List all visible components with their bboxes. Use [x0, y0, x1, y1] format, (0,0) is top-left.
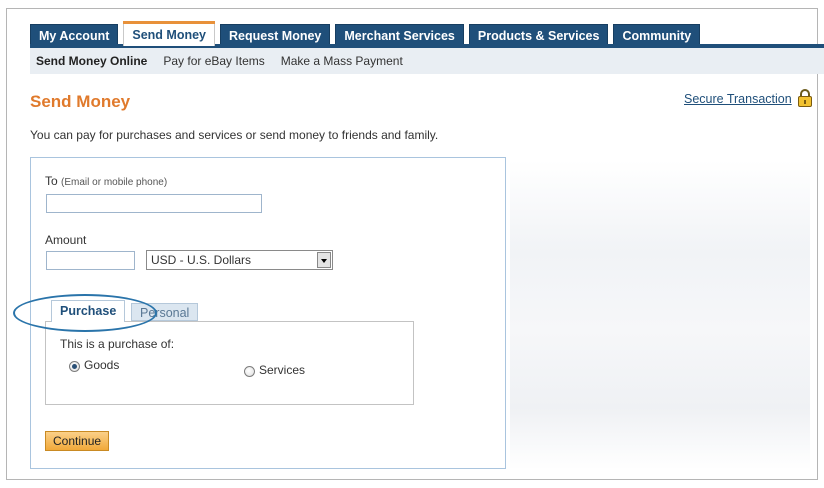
purchase-panel: This is a purchase of: Goods Services — [45, 321, 414, 405]
tab-send-money[interactable]: Send Money — [123, 21, 215, 46]
secure-transaction-link[interactable]: Secure Transaction — [684, 92, 792, 106]
to-input[interactable] — [46, 194, 262, 213]
to-hint: (Email or mobile phone) — [61, 177, 168, 188]
main-nav-tabs: My Account Send Money Request Money Merc… — [30, 21, 705, 47]
tab-personal[interactable]: Personal — [131, 303, 199, 321]
services-label[interactable]: Services — [259, 363, 305, 377]
goods-radio[interactable] — [69, 361, 80, 372]
subnav-send-money-online[interactable]: Send Money Online — [36, 54, 147, 68]
services-radio[interactable] — [244, 366, 255, 377]
purchase-prompt: This is a purchase of: — [60, 337, 175, 351]
lock-icon — [798, 89, 812, 107]
send-money-form: To (Email or mobile phone) Amount USD - … — [30, 157, 506, 469]
amount-label: Amount — [45, 233, 87, 247]
continue-button[interactable]: Continue — [45, 431, 110, 451]
tab-purchase[interactable]: Purchase — [51, 300, 126, 322]
dropdown-arrow-icon[interactable] — [317, 252, 331, 268]
intro-text: You can pay for purchases and services o… — [30, 128, 439, 142]
to-label: To (Email or mobile phone) — [45, 174, 168, 188]
background-gradient — [510, 160, 810, 470]
subnav-pay-ebay-items[interactable]: Pay for eBay Items — [163, 54, 264, 68]
currency-selected-value: USD - U.S. Dollars — [151, 253, 252, 267]
subnav-mass-payment[interactable]: Make a Mass Payment — [281, 54, 403, 68]
amount-input[interactable] — [46, 251, 135, 270]
page-title: Send Money — [30, 92, 131, 111]
sub-nav: Send Money Online Pay for eBay Items Mak… — [30, 48, 824, 74]
goods-label[interactable]: Goods — [84, 358, 119, 372]
currency-select[interactable]: USD - U.S. Dollars — [146, 250, 333, 270]
